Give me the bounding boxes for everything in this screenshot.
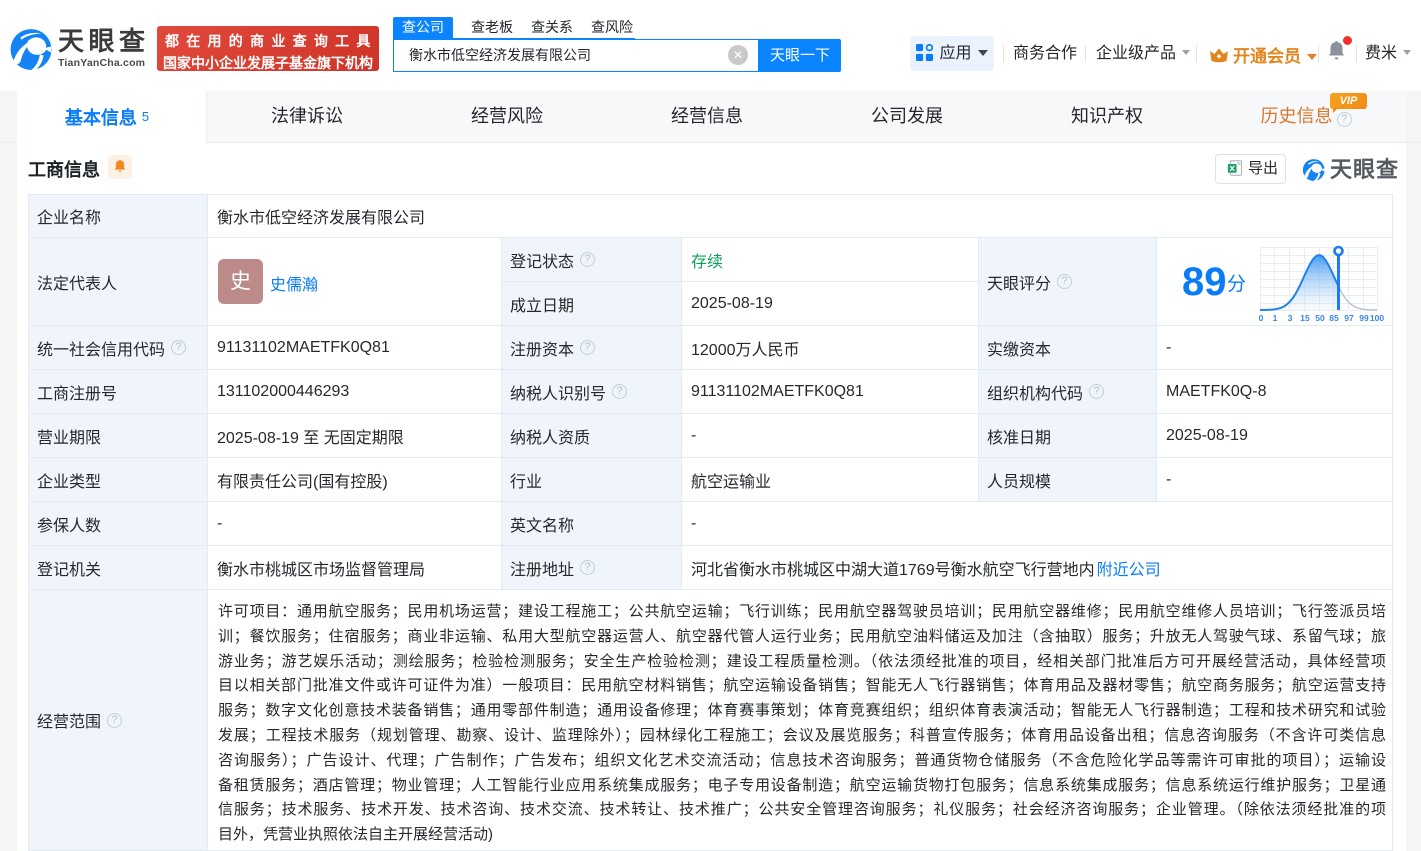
svg-text:97: 97 (1344, 313, 1354, 323)
svg-text:1: 1 (1273, 313, 1278, 323)
svg-text:0: 0 (1259, 313, 1264, 323)
svg-text:100: 100 (1370, 313, 1384, 323)
svg-text:85: 85 (1329, 313, 1339, 323)
svg-text:3: 3 (1288, 313, 1293, 323)
svg-text:99: 99 (1359, 313, 1369, 323)
svg-text:50: 50 (1315, 313, 1325, 323)
svg-text:15: 15 (1300, 313, 1310, 323)
